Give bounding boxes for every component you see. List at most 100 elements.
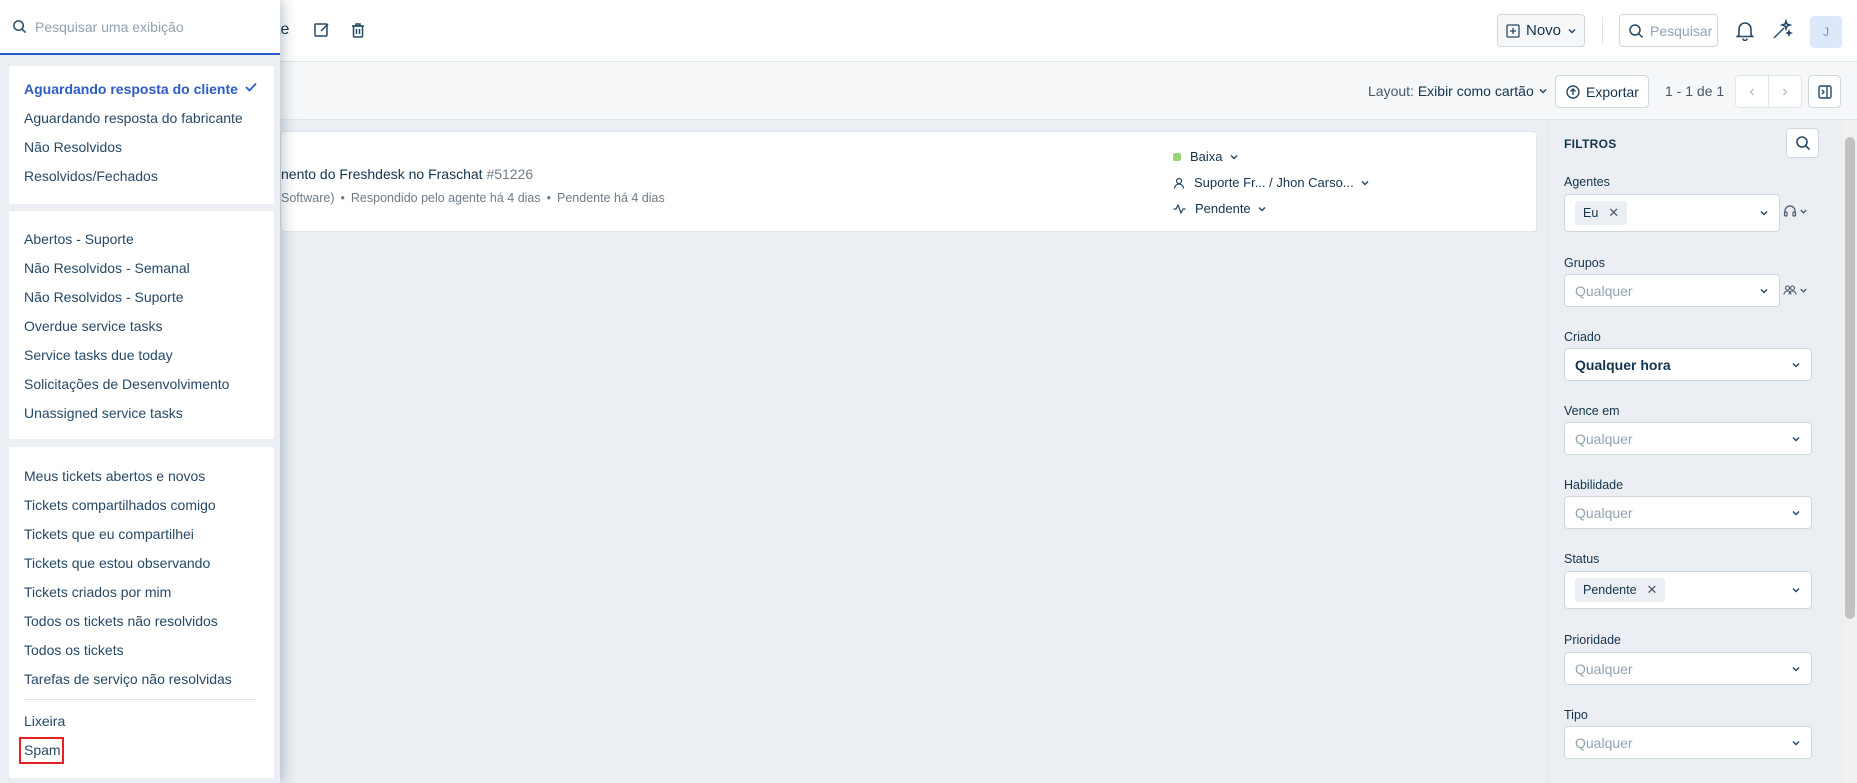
close-icon[interactable]: ✕ bbox=[1608, 205, 1619, 221]
close-icon[interactable]: ✕ bbox=[1647, 582, 1658, 598]
ticket-pending-time: Pendente há 4 dias bbox=[557, 191, 665, 205]
check-icon bbox=[245, 79, 257, 95]
chevron-down-icon bbox=[1760, 210, 1768, 216]
view-item[interactable]: Aguardando resposta do fabricante bbox=[24, 110, 243, 126]
chevron-down-icon bbox=[1539, 88, 1547, 94]
chevron-down-icon bbox=[1760, 288, 1768, 294]
view-item[interactable]: Tickets criados por mim bbox=[24, 584, 171, 600]
view-item[interactable]: Todos os tickets bbox=[24, 642, 124, 658]
chevron-down-icon bbox=[1800, 209, 1807, 214]
group-users-icon bbox=[1783, 285, 1797, 295]
chevron-down-icon bbox=[1230, 154, 1238, 160]
groups-label: Grupos bbox=[1564, 256, 1605, 270]
ticket-subject[interactable]: nento do Freshdesk no Fraschat #51226 bbox=[281, 166, 533, 182]
view-item[interactable]: Aguardando resposta do cliente bbox=[24, 81, 238, 97]
view-item[interactable]: Todos os tickets não resolvidos bbox=[24, 613, 218, 629]
next-page-button[interactable] bbox=[1768, 75, 1802, 108]
type-placeholder: Qualquer bbox=[1575, 734, 1633, 751]
bell-icon[interactable] bbox=[1734, 19, 1755, 42]
priority-label: Prioridade bbox=[1564, 633, 1621, 647]
ticket-responded: Respondido pelo agente há 4 dias bbox=[350, 191, 541, 205]
view-item-trash[interactable]: Lixeira bbox=[24, 713, 65, 729]
search-button-label: Pesquisar bbox=[1650, 22, 1713, 39]
view-item[interactable]: Não Resolvidos bbox=[24, 139, 122, 155]
chevron-right-icon bbox=[1782, 87, 1788, 96]
groups-placeholder: Qualquer bbox=[1575, 282, 1633, 299]
view-item[interactable]: Solicitações de Desenvolvimento bbox=[24, 376, 229, 392]
priority-dot-icon bbox=[1173, 152, 1181, 161]
filters-title: FILTROS bbox=[1564, 137, 1617, 151]
skill-select[interactable]: Qualquer bbox=[1564, 496, 1812, 529]
trash-icon[interactable] bbox=[349, 21, 369, 41]
divider bbox=[24, 699, 256, 700]
chevron-down-icon bbox=[1361, 180, 1369, 186]
search-icon bbox=[13, 20, 27, 34]
highlight-box bbox=[19, 737, 64, 764]
ticket-status[interactable]: Pendente bbox=[1173, 201, 1267, 216]
status-chip-label: Pendente bbox=[1583, 583, 1637, 597]
chevron-down-icon bbox=[1792, 436, 1800, 442]
views-search-input[interactable] bbox=[35, 18, 265, 35]
view-item[interactable]: Unassigned service tasks bbox=[24, 405, 183, 421]
view-item[interactable]: Tickets que estou observando bbox=[24, 555, 210, 571]
view-item[interactable]: Tickets compartilhados comigo bbox=[24, 497, 216, 513]
export-button[interactable]: Exportar bbox=[1555, 75, 1649, 108]
view-item[interactable]: Não Resolvidos - Semanal bbox=[24, 260, 190, 276]
ai-sparkle-icon[interactable] bbox=[1771, 18, 1793, 39]
layout-value: Exibir como cartão bbox=[1417, 83, 1534, 99]
view-item[interactable]: Meus tickets abertos e novos bbox=[24, 468, 205, 484]
status-value: Pendente bbox=[1195, 201, 1251, 216]
headset-icon bbox=[1783, 205, 1797, 217]
created-select[interactable]: Qualquer hora bbox=[1564, 348, 1812, 381]
search-button[interactable]: Pesquisar bbox=[1619, 14, 1718, 47]
priority-value: Baixa bbox=[1190, 149, 1223, 164]
toggle-filters-button[interactable] bbox=[1808, 75, 1841, 108]
type-select[interactable]: Qualquer bbox=[1564, 726, 1812, 759]
groups-mode-toggle[interactable] bbox=[1783, 284, 1808, 296]
views-search-box[interactable] bbox=[0, 0, 280, 55]
groups-select[interactable]: Qualquer bbox=[1564, 274, 1780, 307]
export-icon bbox=[1566, 84, 1580, 99]
agents-chip-label: Eu bbox=[1583, 206, 1599, 220]
user-icon bbox=[1173, 177, 1185, 189]
chevron-down-icon bbox=[1792, 740, 1800, 746]
panel-toggle-icon bbox=[1817, 84, 1832, 99]
chevron-down-icon bbox=[1792, 666, 1800, 672]
due-select[interactable]: Qualquer bbox=[1564, 422, 1812, 455]
chevron-down-icon bbox=[1792, 362, 1800, 368]
search-icon bbox=[1795, 136, 1810, 151]
view-item[interactable]: Não Resolvidos - Suporte bbox=[24, 289, 184, 305]
created-value: Qualquer hora bbox=[1575, 356, 1671, 373]
status-chip[interactable]: Pendente ✕ bbox=[1575, 578, 1666, 602]
ticket-company: Software) bbox=[281, 191, 335, 205]
chevron-down-icon bbox=[1568, 28, 1576, 34]
view-item[interactable]: Service tasks due today bbox=[24, 347, 173, 363]
view-item[interactable]: Abertos - Suporte bbox=[24, 231, 134, 247]
avatar[interactable]: J bbox=[1810, 16, 1842, 48]
due-placeholder: Qualquer bbox=[1575, 430, 1633, 447]
skill-label: Habilidade bbox=[1564, 478, 1624, 492]
agents-mode-toggle[interactable] bbox=[1783, 204, 1808, 218]
filter-search-button[interactable] bbox=[1786, 128, 1819, 158]
agents-select[interactable]: Eu ✕ bbox=[1564, 194, 1780, 232]
status-label: Status bbox=[1564, 552, 1600, 566]
ticket-card[interactable]: nento do Freshdesk no Fraschat #51226 So… bbox=[280, 131, 1537, 232]
ticket-assignee[interactable]: Suporte Fr... / Jhon Carso... bbox=[1173, 175, 1370, 190]
new-button[interactable]: Novo bbox=[1497, 14, 1585, 47]
status-select[interactable]: Pendente ✕ bbox=[1564, 571, 1812, 609]
layout-selector[interactable]: Layout: Exibir como cartão bbox=[1368, 83, 1548, 99]
chevron-down-icon bbox=[1800, 288, 1807, 293]
view-item[interactable]: Resolvidos/Fechados bbox=[24, 168, 158, 184]
scrollbar-thumb[interactable] bbox=[1845, 137, 1855, 619]
assignee-value: Suporte Fr... / Jhon Carso... bbox=[1194, 175, 1354, 190]
edit-icon[interactable] bbox=[313, 21, 333, 41]
ticket-priority[interactable]: Baixa bbox=[1173, 149, 1239, 164]
chevron-down-icon bbox=[1792, 510, 1800, 516]
view-item[interactable]: Tarefas de serviço não resolvidas bbox=[24, 671, 232, 687]
prev-page-button[interactable] bbox=[1735, 75, 1769, 108]
agents-chip[interactable]: Eu ✕ bbox=[1575, 201, 1628, 225]
view-item[interactable]: Tickets que eu compartilhei bbox=[24, 526, 194, 542]
view-item[interactable]: Overdue service tasks bbox=[24, 318, 163, 334]
plus-box-icon bbox=[1506, 23, 1520, 38]
priority-select[interactable]: Qualquer bbox=[1564, 652, 1812, 685]
